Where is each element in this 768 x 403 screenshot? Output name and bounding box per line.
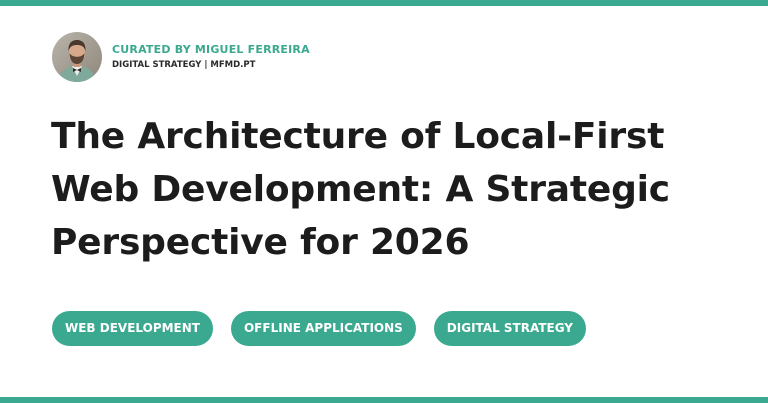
curator-block: CURATED BY MIGUEL FERREIRA DIGITAL STRAT… bbox=[52, 32, 310, 82]
top-accent-bar bbox=[0, 0, 768, 6]
tag-list: WEB DEVELOPMENT OFFLINE APPLICATIONS DIG… bbox=[52, 311, 586, 346]
curator-credit: CURATED BY MIGUEL FERREIRA bbox=[112, 43, 310, 56]
curator-text: CURATED BY MIGUEL FERREIRA DIGITAL STRAT… bbox=[112, 43, 310, 71]
tag-web-development[interactable]: WEB DEVELOPMENT bbox=[52, 311, 213, 346]
avatar-image bbox=[52, 32, 102, 82]
article-title: The Architecture of Local-First Web Deve… bbox=[51, 116, 670, 263]
curator-tagline: DIGITAL STRATEGY | MFMD.PT bbox=[112, 60, 256, 70]
bottom-accent-bar bbox=[0, 397, 768, 403]
tag-offline-applications[interactable]: OFFLINE APPLICATIONS bbox=[230, 311, 416, 346]
avatar bbox=[52, 32, 102, 82]
tag-digital-strategy[interactable]: DIGITAL STRATEGY bbox=[433, 311, 586, 346]
